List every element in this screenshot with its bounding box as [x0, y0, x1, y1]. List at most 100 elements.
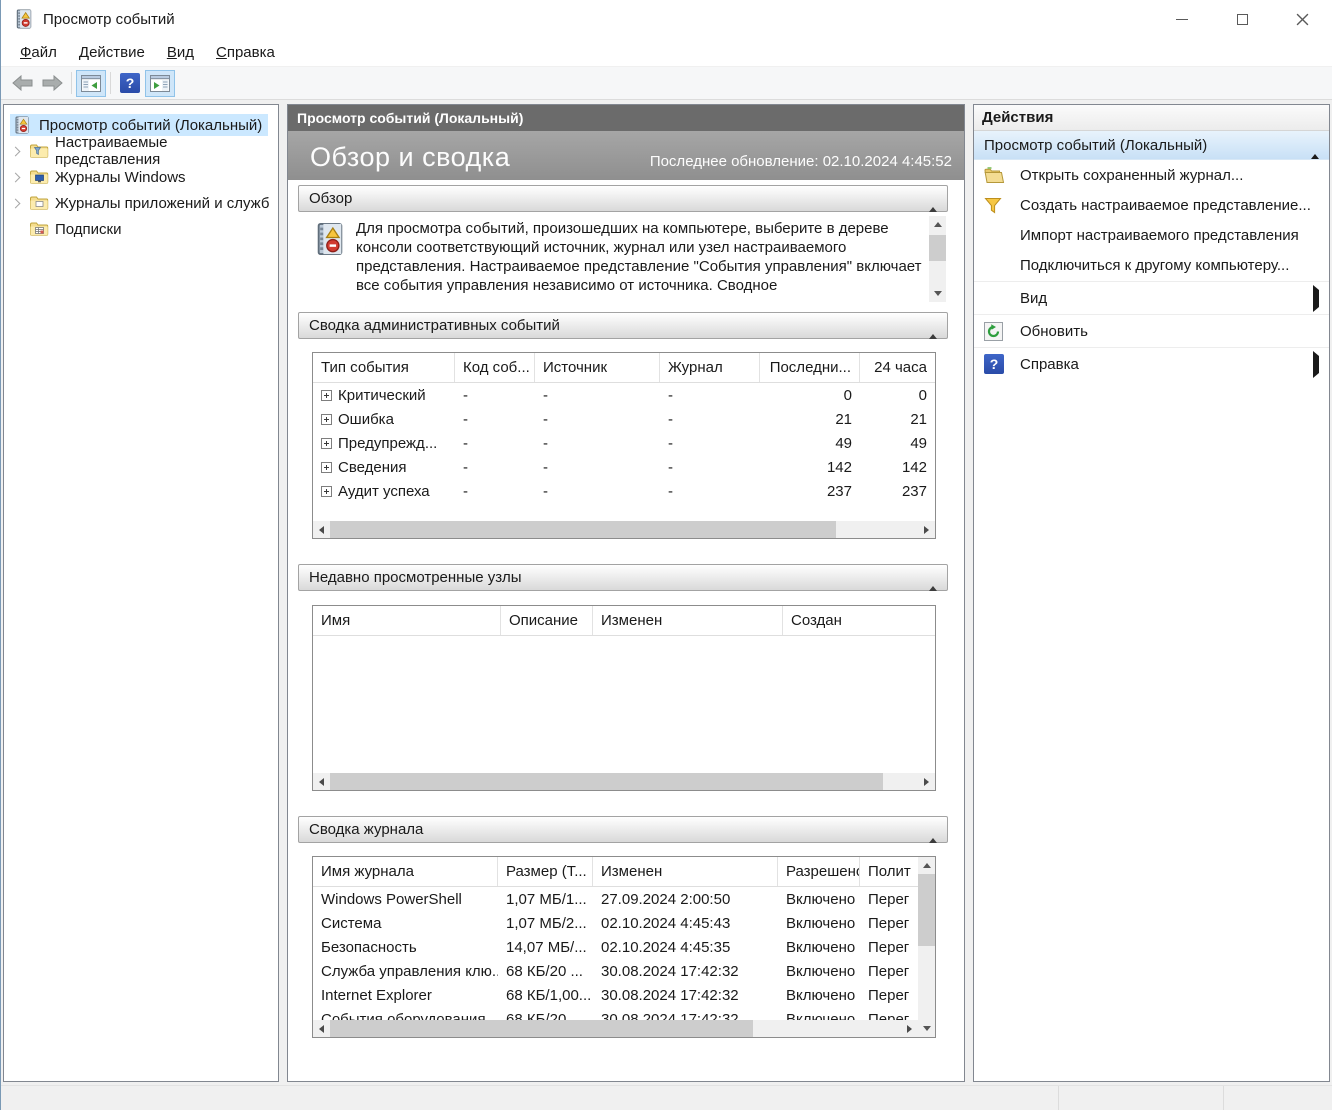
collapse-icon[interactable]	[929, 569, 937, 586]
action-refresh[interactable]: Обновить	[974, 316, 1329, 346]
action-pane-icon	[150, 75, 170, 92]
menu-action[interactable]: Действие	[68, 40, 156, 65]
scroll-down-icon[interactable]	[929, 285, 946, 302]
log-summary-vertical-scrollbar[interactable]	[918, 857, 935, 1037]
expand-chevron-icon[interactable]	[4, 148, 26, 155]
help-icon: ?	[120, 73, 140, 93]
column-header[interactable]: Код соб...	[455, 353, 535, 382]
overview-section-header[interactable]: Обзор	[298, 185, 948, 212]
console-tree-panel: Просмотр событий (Локальный) Настраиваем…	[3, 104, 279, 1082]
menu-file[interactable]: Файл	[9, 40, 68, 65]
open-folder-icon	[984, 167, 1005, 184]
toolbar: ?	[1, 67, 1332, 100]
collapse-icon[interactable]	[929, 317, 937, 334]
table-row[interactable]: Сведения - - - 142 142	[313, 455, 935, 479]
table-row[interactable]: Internet Explorer 68 КБ/1,00... 30.08.20…	[313, 983, 918, 1007]
log-summary-table: Имя журнала Размер (Т... Изменен Разреше…	[312, 856, 936, 1038]
table-row[interactable]: Ошибка - - - 21 21	[313, 407, 935, 431]
action-open-saved-log[interactable]: Открыть сохраненный журнал...	[974, 160, 1329, 190]
scroll-right-icon[interactable]	[918, 521, 935, 538]
maximize-button[interactable]	[1212, 0, 1272, 38]
scroll-right-icon[interactable]	[901, 1020, 918, 1037]
table-row[interactable]: Критический - - - 0 0	[313, 383, 935, 407]
table-row[interactable]: События оборудования 68 КБ/20 ... 30.08.…	[313, 1007, 918, 1020]
table-row[interactable]: Служба управления клю... 68 КБ/20 ... 30…	[313, 959, 918, 983]
close-button[interactable]	[1272, 0, 1332, 38]
status-pane	[1, 1086, 1059, 1110]
column-header[interactable]: Источник	[535, 353, 660, 382]
column-header[interactable]: Имя	[313, 606, 501, 635]
log-summary-section-title: Сводка журнала	[309, 821, 423, 838]
event-viewer-window: Просмотр событий Файл Действие Вид Справ…	[0, 0, 1332, 1110]
column-header[interactable]: Изменен	[593, 857, 778, 886]
maximize-icon	[1237, 14, 1248, 25]
scroll-right-icon[interactable]	[918, 773, 935, 790]
expand-plus-icon[interactable]	[321, 414, 332, 425]
show-action-pane-button[interactable]	[145, 70, 175, 97]
menu-help[interactable]: Справка	[205, 40, 286, 65]
column-header[interactable]: Разрешено	[778, 857, 860, 886]
action-view-submenu[interactable]: Вид	[974, 283, 1329, 313]
back-button[interactable]	[7, 70, 37, 97]
actions-group-header[interactable]: Просмотр событий (Локальный)	[974, 131, 1329, 160]
subscriptions-folder-icon	[29, 220, 49, 238]
column-header[interactable]: Последни...	[760, 353, 860, 382]
column-header[interactable]: Создан	[783, 606, 935, 635]
table-row[interactable]: Предупрежд... - - - 49 49	[313, 431, 935, 455]
recent-nodes-horizontal-scrollbar[interactable]	[313, 773, 935, 790]
status-pane	[1224, 1086, 1332, 1110]
content-panel: Просмотр событий (Локальный) Обзор и сво…	[287, 104, 965, 1082]
expand-plus-icon[interactable]	[321, 486, 332, 497]
window-title: Просмотр событий	[43, 11, 175, 28]
column-header[interactable]: Размер (Т...	[498, 857, 593, 886]
scroll-down-icon[interactable]	[918, 1020, 935, 1037]
action-import-custom-view[interactable]: Импорт настраиваемого представления	[974, 220, 1329, 250]
action-create-custom-view[interactable]: Создать настраиваемое представление...	[974, 190, 1329, 220]
scroll-left-icon[interactable]	[313, 1020, 330, 1037]
scroll-left-icon[interactable]	[313, 521, 330, 538]
action-connect-to-computer[interactable]: Подключиться к другому компьютеру...	[974, 250, 1329, 280]
table-row[interactable]: Безопасность 14,07 МБ/... 02.10.2024 4:4…	[313, 935, 918, 959]
expand-chevron-icon[interactable]	[4, 200, 26, 207]
log-summary-section-header[interactable]: Сводка журнала	[298, 816, 948, 843]
table-row[interactable]: Windows PowerShell 1,07 МБ/1... 27.09.20…	[313, 887, 918, 911]
expand-plus-icon[interactable]	[321, 462, 332, 473]
column-header[interactable]: Тип события	[313, 353, 455, 382]
column-header[interactable]: Изменен	[593, 606, 783, 635]
collapse-icon[interactable]	[929, 190, 937, 207]
expand-plus-icon[interactable]	[321, 390, 332, 401]
collapse-icon[interactable]	[929, 821, 937, 838]
column-header[interactable]: Журнал	[660, 353, 760, 382]
admin-summary-section-header[interactable]: Сводка административных событий	[298, 312, 948, 339]
forward-button[interactable]	[37, 70, 67, 97]
action-help-submenu[interactable]: ? Справка	[974, 349, 1329, 379]
custom-views-folder-icon	[29, 142, 49, 160]
table-row[interactable]: Система 1,07 МБ/2... 02.10.2024 4:45:43 …	[313, 911, 918, 935]
help-button[interactable]: ?	[115, 70, 145, 97]
column-header[interactable]: Имя журнала	[313, 857, 498, 886]
minimize-button[interactable]	[1152, 0, 1212, 38]
admin-summary-horizontal-scrollbar[interactable]	[313, 521, 935, 538]
console-tree-icon	[81, 75, 101, 92]
column-header[interactable]: Описание	[501, 606, 593, 635]
collapse-icon[interactable]	[1311, 137, 1319, 154]
tree-item-app-service-logs[interactable]: Журналы приложений и служб	[4, 190, 278, 216]
submenu-arrow-icon	[1313, 356, 1319, 373]
column-header[interactable]: Полит	[860, 857, 918, 886]
close-icon	[1296, 13, 1309, 26]
table-row[interactable]: Аудит успеха - - - 237 237	[313, 479, 935, 503]
tree-item-subscriptions[interactable]: Подписки	[4, 216, 278, 242]
scroll-left-icon[interactable]	[313, 773, 330, 790]
menu-view[interactable]: Вид	[156, 40, 205, 65]
expand-plus-icon[interactable]	[321, 438, 332, 449]
scroll-up-icon[interactable]	[929, 216, 946, 233]
recent-nodes-section-header[interactable]: Недавно просмотренные узлы	[298, 564, 948, 591]
recent-nodes-section-title: Недавно просмотренные узлы	[309, 569, 522, 586]
column-header[interactable]: 24 часа	[860, 353, 935, 382]
expand-chevron-icon[interactable]	[4, 174, 26, 181]
tree-item-custom-views[interactable]: Настраиваемые представления	[4, 138, 278, 164]
scroll-up-icon[interactable]	[918, 857, 935, 874]
log-summary-horizontal-scrollbar[interactable]	[313, 1020, 918, 1037]
show-console-tree-button[interactable]	[76, 70, 106, 97]
overview-vertical-scrollbar[interactable]	[929, 216, 946, 302]
